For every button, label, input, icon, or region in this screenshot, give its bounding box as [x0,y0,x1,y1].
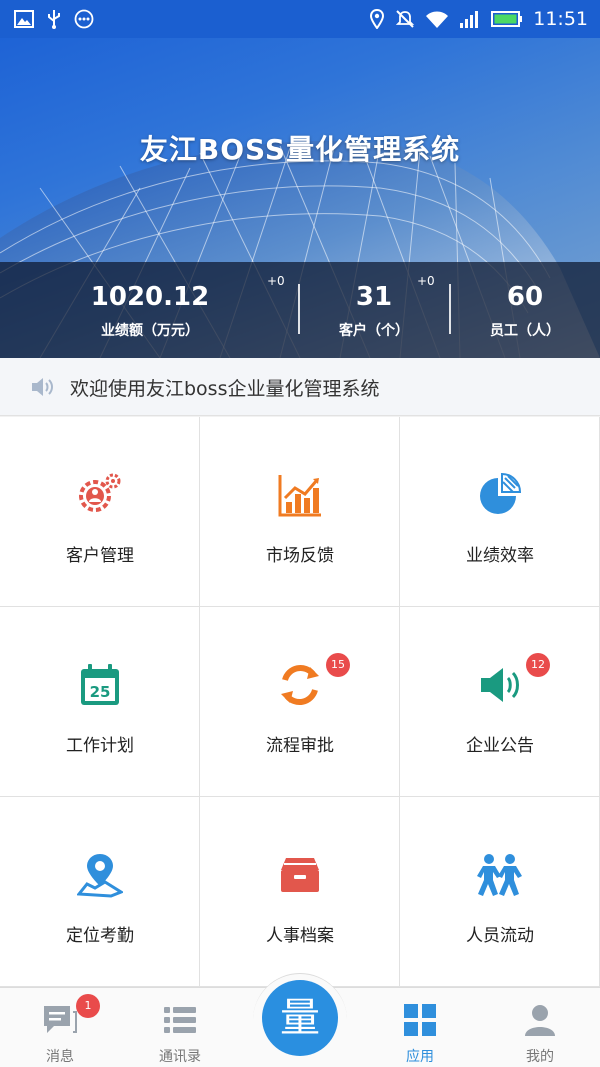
customer-gear-icon [79,473,121,512]
people-walking-icon [477,854,522,896]
refresh-cycle-icon [281,665,319,705]
grid-item-label: 企业公告 [466,736,534,756]
grid-item-announcement[interactable]: 12 企业公告 [400,607,600,797]
grid-item-performance[interactable]: 业绩效率 [400,417,600,607]
wifi-icon [426,11,449,28]
grid-item-market-feedback[interactable]: 市场反馈 [200,417,400,607]
stat-customers-label: 客户（个） [339,323,409,339]
stats-bar: 1020.12 业绩额（万元） +0 31 客户（个） +0 60 员工（人） [0,262,600,358]
app-grid: 客户管理 市场反馈 业绩效率 25 工作计划 15 流程审批 12 企业公告 定… [0,417,600,987]
approval-badge: 15 [326,653,350,677]
notice-bar[interactable]: 欢迎使用友江boss企业量化管理系统 [0,358,600,416]
announcement-badge: 12 [526,653,550,677]
location-pin-icon [77,854,123,898]
archive-box-icon [281,858,319,892]
grid-item-attendance[interactable]: 定位考勤 [0,797,200,987]
stat-customers-delta: +0 [417,274,435,288]
apps-icon [404,1004,436,1036]
grid-item-label: 工作计划 [66,736,134,756]
grid-item-hr-archive[interactable]: 人事档案 [200,797,400,987]
bar-chart-icon [278,475,321,517]
pie-chart-icon [480,472,522,514]
calendar-icon: 25 [81,664,119,705]
grid-item-process-approval[interactable]: 15 流程审批 [200,607,400,797]
grid-item-label: 客户管理 [66,546,134,566]
tab-profile[interactable]: 我的 [480,988,600,1067]
status-bar: 11:51 [0,0,600,38]
tab-label: 应用 [406,1049,434,1065]
list-icon [164,1007,196,1033]
banner: 友江BOSS量化管理系统 1020.12 业绩额（万元） +0 31 客户（个）… [0,38,600,358]
stat-revenue-label: 业绩额（万元） [101,323,199,339]
tab-label: 我的 [526,1049,554,1065]
grid-item-customer-management[interactable]: 客户管理 [0,417,200,607]
grid-item-label: 业绩效率 [466,546,534,566]
grid-item-work-plan[interactable]: 25 工作计划 [0,607,200,797]
stat-revenue-delta: +0 [267,274,285,288]
calendar-day: 25 [90,683,111,701]
grid-item-label: 流程审批 [266,736,334,756]
grid-item-label: 人事档案 [266,926,334,946]
status-time: 11:51 [533,8,588,30]
message-icon [44,1006,77,1033]
grid-item-label: 定位考勤 [66,926,134,946]
grid-item-staff-flow[interactable]: 人员流动 [400,797,600,987]
more-dots-icon [74,9,94,29]
tab-messages[interactable]: 1 消息 [0,988,120,1067]
app-title: 友江BOSS量化管理系统 [139,133,461,166]
status-right-icons: 11:51 [369,6,588,32]
stat-customers[interactable]: 31 客户（个） +0 [300,262,448,358]
grid-item-label: 人员流动 [466,926,534,946]
tab-contacts[interactable]: 通讯录 [120,988,240,1067]
image-icon [14,10,34,28]
stat-revenue-value: 1020.12 [90,282,210,312]
mute-icon [396,10,415,28]
location-icon [370,9,385,29]
usb-icon [48,10,60,29]
signal-icon [460,11,479,28]
speaker-icon [32,378,53,396]
notice-text: 欢迎使用友江boss企业量化管理系统 [70,378,380,400]
stat-employees-label: 员工（人） [490,323,560,339]
status-left-icons [14,8,94,30]
grid-item-label: 市场反馈 [266,546,334,566]
stat-employees-value: 60 [506,282,544,312]
messages-badge: 1 [76,994,100,1018]
megaphone-icon [481,668,519,702]
tab-label: 消息 [46,1049,74,1065]
user-icon [525,1005,555,1036]
stat-revenue[interactable]: 1020.12 业绩额（万元） +0 [50,262,285,358]
tab-apps[interactable]: 应用 [360,988,480,1067]
tab-label: 通讯录 [159,1049,201,1065]
stat-employees[interactable]: 60 员工（人） [451,262,599,358]
quantify-center-button[interactable]: 量 [262,980,338,1056]
battery-icon [491,11,523,27]
